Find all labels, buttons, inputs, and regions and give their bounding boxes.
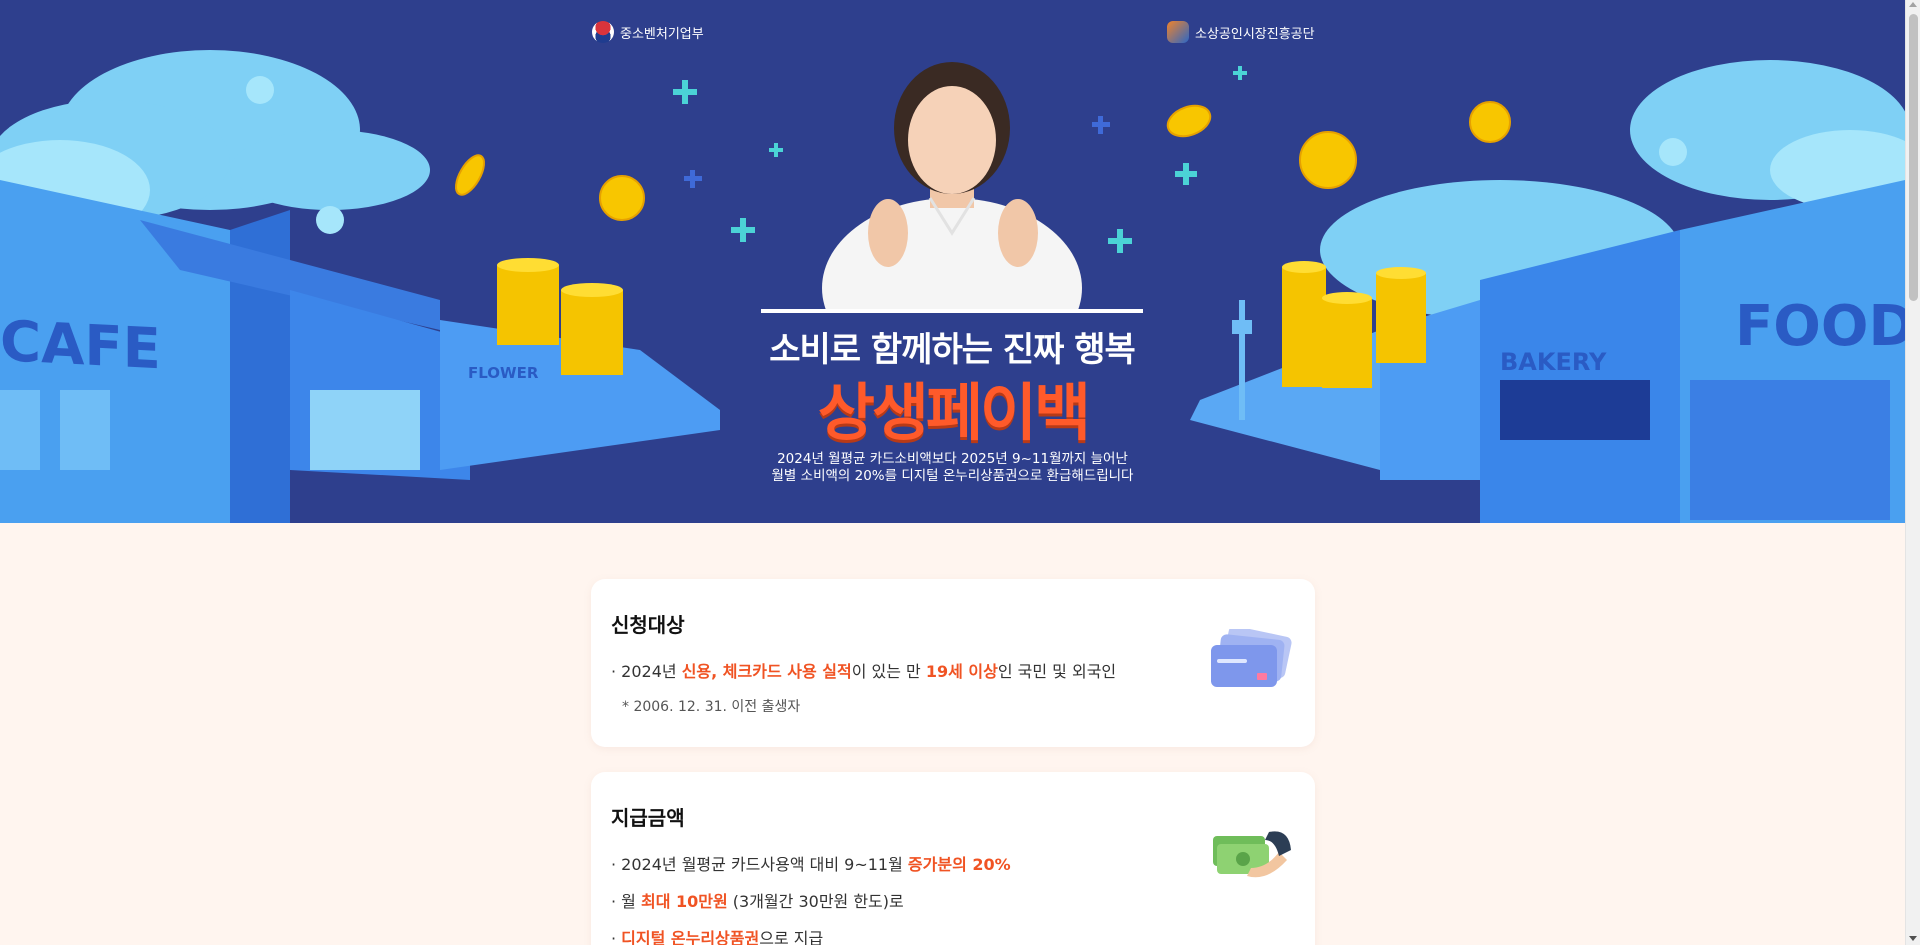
amount-card: 지급금액 · 2024년 월평균 카드사용액 대비 9~11월 증가분의 20%…: [591, 772, 1315, 945]
amount-highlight-voucher: 디지털 온누리상품권: [621, 929, 760, 945]
eligibility-highlight-age: 19세 이상: [925, 662, 998, 681]
eligibility-text: 인 국민 및 외국인: [997, 662, 1117, 681]
svg-text:FOOD: FOOD: [1735, 294, 1905, 359]
eligibility-card: 신청대상 · 2024년 신용, 체크카드 사용 실적이 있는 만 19세 이상…: [591, 579, 1315, 747]
page-scrollbar[interactable]: [1905, 0, 1920, 945]
eligibility-text: 이 있는 만: [851, 662, 926, 681]
amount-line-3: · 디지털 온누리상품권으로 지급: [611, 925, 823, 945]
hero-subtitle-line2: 월별 소비액의 20%를 디지털 온누리상품권으로 환급해드립니다: [771, 468, 1134, 484]
eligibility-note: * 2006. 12. 31. 이전 출생자: [622, 699, 801, 715]
amount-text: (3개월간 30만원 한도)로: [727, 892, 904, 911]
amount-line-2: · 월 최대 10만원 (3개월간 30만원 한도)로: [611, 888, 904, 912]
hero-banner: CAFE FLOWER BAKERY FOOD 중소벤처기업부 소상공인시장진흥…: [0, 0, 1905, 523]
semas-emblem-icon: [1167, 21, 1189, 43]
eligibility-title: 신청대상: [611, 613, 685, 637]
amount-text: ·: [611, 929, 622, 945]
scroll-down-arrow-icon[interactable]: [1909, 936, 1917, 941]
mss-logo[interactable]: 중소벤처기업부: [592, 20, 704, 44]
amount-highlight-rate: 증가분의 20%: [907, 855, 1011, 874]
eligibility-line: · 2024년 신용, 체크카드 사용 실적이 있는 만 19세 이상인 국민 …: [611, 658, 1116, 682]
eligibility-text: · 2024년: [611, 662, 682, 681]
hero-title: 상생페이백: [817, 376, 1091, 449]
mss-logo-text: 중소벤처기업부: [620, 26, 704, 42]
credit-card-icon: [1211, 629, 1292, 687]
svg-text:CAFE: CAFE: [0, 309, 161, 382]
amount-title: 지급금액: [611, 806, 685, 830]
amount-text: 으로 지급: [759, 929, 824, 945]
semas-logo[interactable]: 소상공인시장진흥공단: [1167, 20, 1315, 44]
hero-subtitle: 2024년 월평균 카드소비액보다 2025년 9~11월까지 늘어난 월별 소…: [740, 451, 1165, 485]
amount-highlight-max: 최대 10만원: [640, 892, 728, 911]
spokesperson-image: [822, 62, 1082, 310]
svg-text:BAKERY: BAKERY: [1500, 348, 1607, 376]
cash-hand-icon: [1213, 831, 1291, 878]
scroll-thumb[interactable]: [1909, 14, 1918, 301]
semas-logo-text: 소상공인시장진흥공단: [1195, 26, 1315, 42]
eligibility-highlight-card: 신용, 체크카드 사용 실적: [681, 662, 852, 681]
amount-text: · 월: [611, 892, 641, 911]
government-emblem-icon: [592, 21, 614, 43]
amount-text: · 2024년 월평균 카드사용액 대비 9~11월: [611, 855, 908, 874]
hero-subtitle-line1: 2024년 월평균 카드소비액보다 2025년 9~11월까지 늘어난: [777, 451, 1128, 467]
headline-rule: [761, 309, 1143, 313]
amount-line-1: · 2024년 월평균 카드사용액 대비 9~11월 증가분의 20%: [611, 851, 1011, 875]
svg-text:FLOWER: FLOWER: [468, 364, 539, 382]
scroll-up-arrow-icon[interactable]: [1909, 2, 1917, 7]
